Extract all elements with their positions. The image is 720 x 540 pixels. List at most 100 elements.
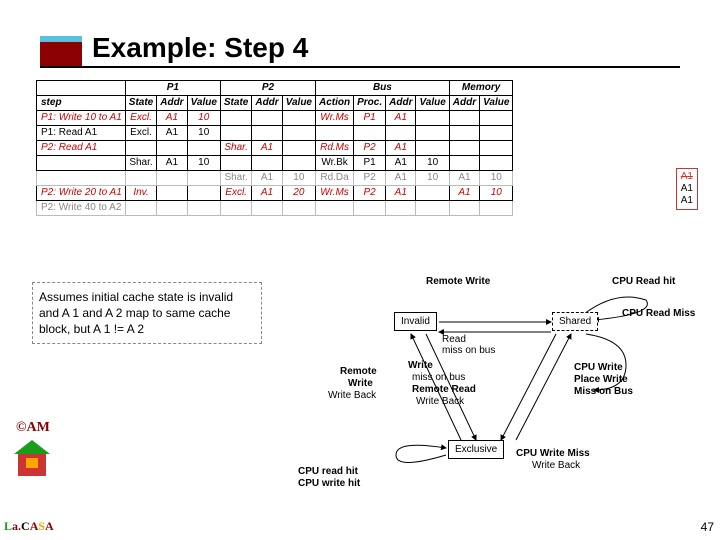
table-row: P2: Write 40 to A2 (37, 201, 513, 216)
mem-a1-1: A1 (681, 171, 693, 183)
cell (125, 141, 156, 156)
lbl-place-write: Place Write (574, 374, 628, 385)
cell: A1 (386, 141, 416, 156)
cell (187, 201, 220, 216)
cell (252, 126, 282, 141)
cell (252, 156, 282, 171)
cell: 10 (187, 111, 220, 126)
lbl-cpu-write-hit: CPU write hit (298, 478, 360, 489)
cell (449, 141, 479, 156)
lacasa-l: L (4, 519, 12, 533)
cell (416, 186, 449, 201)
cell: P2 (354, 141, 386, 156)
cell (282, 156, 315, 171)
cell: P2: Write 40 to A2 (37, 201, 126, 216)
cell: A1 (252, 186, 282, 201)
cell: P1 (354, 111, 386, 126)
lacasa-a3: A (45, 519, 54, 533)
cell (157, 171, 187, 186)
cell (416, 126, 449, 141)
col-addr: Addr (157, 96, 187, 111)
lacasa-a1: a. (12, 519, 21, 533)
cell (386, 201, 416, 216)
cell (480, 141, 513, 156)
lbl-remote-read: Remote Read (412, 384, 476, 395)
hdr-p2: P2 (220, 81, 315, 96)
cell (187, 171, 220, 186)
cell: Rd.Ms (316, 141, 354, 156)
state-invalid: Invalid (394, 312, 437, 331)
cell (37, 171, 126, 186)
table-row: P1: Write 10 to A1Excl.A110Wr.MsP1A1 (37, 111, 513, 126)
col-state: State (220, 96, 251, 111)
cell (252, 111, 282, 126)
logo-roof (14, 440, 50, 454)
title-underline (40, 66, 680, 68)
mem-a1-3: A1 (681, 195, 693, 207)
cell: 20 (282, 186, 315, 201)
trace-table: P1 P2 Bus Memory stepStateAddrValueState… (36, 80, 513, 216)
cell: Shar. (220, 171, 251, 186)
cell (354, 201, 386, 216)
col-addr: Addr (386, 96, 416, 111)
cell: Shar. (125, 156, 156, 171)
cell: 10 (282, 171, 315, 186)
assumption-text: Assumes initial cache state is invalid a… (32, 282, 262, 344)
title-accent-bar (40, 42, 82, 68)
cell: Wr.Bk (316, 156, 354, 171)
cell: A1 (386, 186, 416, 201)
cell (187, 141, 220, 156)
lacasa-text: La.CASA (4, 519, 54, 534)
cell (316, 201, 354, 216)
table-body: P1: Write 10 to A1Excl.A110Wr.MsP1A1P1: … (37, 111, 513, 216)
cell (220, 201, 251, 216)
cell: A1 (449, 186, 479, 201)
cell (220, 111, 251, 126)
cell (125, 201, 156, 216)
hdr-mem: Memory (449, 81, 513, 96)
table-row: P2: Write 20 to A1Inv.Excl.A120Wr.MsP2A1… (37, 186, 513, 201)
lbl-write2: Write (348, 378, 373, 389)
cell (282, 201, 315, 216)
col-value: Value (282, 96, 315, 111)
lbl-miss-on-bus: miss on bus (412, 372, 465, 383)
table-row: P2: Read A1Shar.A1Rd.MsP2A1 (37, 141, 513, 156)
col-action: Action (316, 96, 354, 111)
cell (157, 141, 187, 156)
lbl-remote: Remote (340, 366, 377, 377)
lacasa-logo (14, 440, 50, 484)
cell: P1 (354, 156, 386, 171)
cell: Wr.Ms (316, 111, 354, 126)
lbl-cpu-write-miss: CPU Write Miss (516, 448, 590, 459)
cell: 10 (187, 156, 220, 171)
lbl-remote-write-top: Remote Write (426, 276, 490, 287)
table-row: P1: Read A1Excl.A110 (37, 126, 513, 141)
cell (480, 111, 513, 126)
cell: A1 (386, 171, 416, 186)
cell: Excl. (125, 111, 156, 126)
cell (416, 141, 449, 156)
col-proc.: Proc. (354, 96, 386, 111)
col-addr: Addr (449, 96, 479, 111)
hdr-bus: Bus (316, 81, 450, 96)
cell (282, 111, 315, 126)
cell: 10 (187, 126, 220, 141)
lbl-write-back2: Write Back (416, 396, 464, 407)
cell: A1 (157, 156, 187, 171)
hdr-p1: P1 (125, 81, 220, 96)
state-diagram: Remote Write CPU Read hit CPU Read Miss … (276, 270, 716, 500)
copyright: ©AM (16, 420, 50, 436)
cell (37, 156, 126, 171)
cell (220, 156, 251, 171)
cell (282, 126, 315, 141)
col-step: step (37, 96, 126, 111)
cell: 10 (416, 171, 449, 186)
col-addr: Addr (252, 96, 282, 111)
col-value: Value (480, 96, 513, 111)
cell: 10 (416, 156, 449, 171)
state-exclusive: Exclusive (448, 440, 504, 459)
cell (220, 126, 251, 141)
state-shared: Shared (552, 312, 598, 331)
cell: P2: Write 20 to A1 (37, 186, 126, 201)
cell (252, 201, 282, 216)
